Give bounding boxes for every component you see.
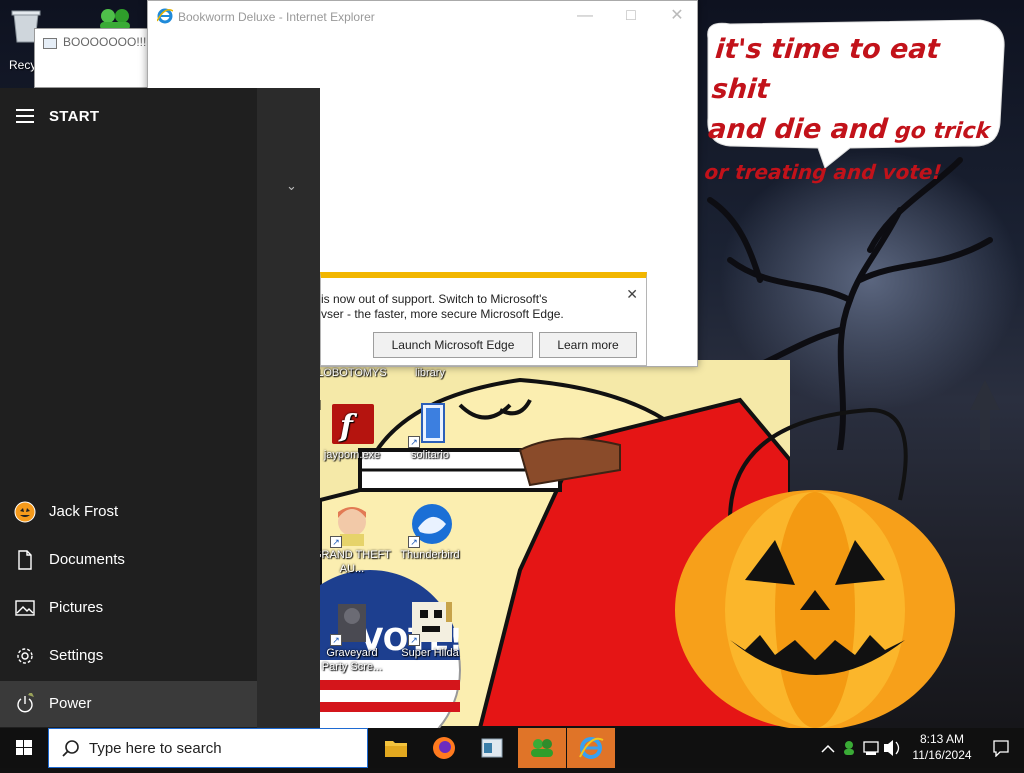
taskbar-file-explorer[interactable] (372, 728, 420, 768)
desktop-icon-gta[interactable]: ↗ GRAND THEFT AU... (312, 502, 392, 576)
app-window-icon (481, 738, 503, 758)
maximize-button[interactable]: □ (608, 1, 654, 32)
search-icon (62, 740, 79, 757)
start-item-label: Jack Frost (49, 503, 119, 520)
start-item-label: Pictures (49, 599, 104, 616)
start-item-label: Settings (49, 647, 104, 664)
jack-o-lantern (675, 407, 955, 728)
learn-more-button[interactable]: Learn more (539, 332, 637, 358)
desktop-icon-library[interactable]: library (390, 366, 470, 380)
banner-close-icon[interactable]: ✕ (626, 286, 638, 303)
start-item-pictures[interactable]: Pictures (0, 585, 257, 631)
close-button[interactable]: ✕ (654, 1, 700, 32)
start-item-label: Documents (49, 551, 125, 568)
speech-line-3: or treating and vote! (703, 160, 943, 184)
thunderbird-icon: ↗ (406, 502, 454, 548)
document-icon (18, 550, 32, 570)
start-item-power[interactable]: Power (0, 681, 257, 727)
start-menu: START Jack Frost Documents Pictures Sett… (0, 88, 320, 728)
speech-text: it's time to eat shit and die and go tri… (703, 30, 1007, 192)
ie-window-title: Bookworm Deluxe - Internet Explorer (178, 10, 375, 24)
anime-girl-icon: ↗ (328, 502, 376, 548)
pixel-art-icon: ↗ (406, 600, 454, 646)
taskbar-notepad-app[interactable] (468, 728, 516, 768)
desktop-icon-super-hilda[interactable]: ↗ Super Hilda (390, 600, 470, 660)
start-item-label: Power (49, 695, 92, 712)
start-menu-rail: START Jack Frost Documents Pictures Sett… (0, 88, 257, 728)
user-avatar-icon (14, 501, 36, 523)
internet-explorer-icon (579, 737, 604, 759)
boo-window-titlebar[interactable]: BOOOOOOO!!!! (35, 29, 163, 57)
ie-support-banner: is now out of support. Switch to Microso… (320, 272, 647, 366)
internet-explorer-icon (157, 8, 173, 24)
start-button[interactable] (0, 728, 48, 768)
clock-date: 11/16/2024 (912, 748, 972, 762)
windows-logo-icon (16, 740, 32, 755)
desktop-icon-thunderbird[interactable]: ↗ Thunderbird (390, 502, 470, 562)
ie-banner-message: is now out of support. Switch to Microso… (321, 292, 564, 321)
search-placeholder: Type here to search (89, 740, 222, 757)
tray-icons (821, 740, 900, 756)
taskbar-search[interactable]: Type here to search (48, 728, 368, 768)
chevron-down-icon[interactable]: ⌄ (286, 178, 297, 194)
start-item-documents[interactable]: Documents (0, 537, 257, 583)
taskbar-firefox[interactable] (420, 728, 468, 768)
firefox-icon (433, 737, 455, 759)
taskbar-internet-explorer[interactable] (567, 728, 615, 768)
launch-edge-button[interactable]: Launch Microsoft Edge (373, 332, 533, 358)
taskbar-users-app[interactable] (518, 728, 566, 768)
users-icon[interactable] (96, 6, 136, 30)
system-tray: 8:13 AM 11/16/2024 (814, 728, 1024, 768)
window-icon (43, 38, 57, 49)
folder-icon (385, 741, 407, 757)
desktop-icon-lobotomys[interactable]: LOBOTOMYS (312, 366, 392, 380)
desktop-icon-graveyard[interactable]: ↗ Graveyard Party Scre... (312, 600, 392, 674)
desktop-icon-jaypom[interactable]: f jaypom.exe (312, 402, 392, 462)
solitaire-icon: ↗ (406, 402, 454, 448)
desktop-icon-solitario[interactable]: ↗ solitario (390, 402, 470, 462)
minimize-button[interactable]: — (562, 1, 608, 32)
chevron-up-icon (821, 744, 835, 753)
speech-line-1: it's time to eat shit (710, 34, 941, 105)
speech-line-2: and die and go trick (707, 114, 992, 145)
start-item-account[interactable]: Jack Frost (0, 489, 257, 535)
start-title: START (49, 108, 100, 125)
ie-titlebar[interactable]: Bookworm Deluxe - Internet Explorer — □ … (148, 1, 697, 32)
flash-player-icon: f (328, 402, 376, 446)
start-item-settings[interactable]: Settings (0, 633, 257, 679)
gear-icon (17, 648, 33, 664)
clock-time: 8:13 AM (919, 732, 965, 746)
pictures-icon (15, 600, 35, 616)
taskbar: Type here to search 8:13 AM 11/16/2024 (0, 728, 1024, 768)
hamburger-icon[interactable] (16, 109, 34, 123)
notification-icon[interactable] (992, 739, 1010, 757)
start-header[interactable]: START (0, 88, 257, 144)
boo-window[interactable]: BOOOOOOO!!!! (34, 28, 164, 88)
users-icon (531, 739, 553, 757)
boo-window-title: BOOOOOOO!!!! (63, 35, 150, 49)
power-icon (17, 693, 34, 713)
graveyard-icon: ↗ (328, 600, 376, 646)
taskbar-clock[interactable]: 8:13 AM 11/16/2024 (907, 731, 977, 763)
